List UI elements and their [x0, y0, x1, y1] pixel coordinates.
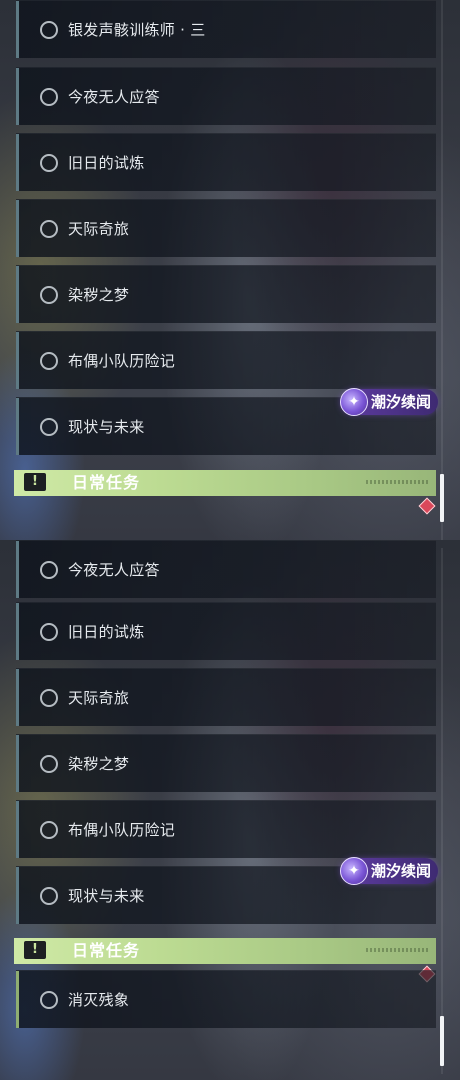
section-decoration: [366, 480, 428, 484]
quest-radio-icon: [40, 623, 58, 641]
quest-item-label: 布偶小队历险记: [68, 821, 176, 839]
quest-item[interactable]: 银发声骸训练师 · 三: [16, 0, 436, 58]
quest-item[interactable]: 天际奇旅: [16, 668, 436, 726]
quest-list-panel-bottom: 今夜无人应答 旧日的试炼 天际奇旅 染秽之梦 布偶小队历险记 现状与未来 ✦ 潮…: [0, 540, 460, 1080]
watermark-badge: ✦ 潮汐续闻: [340, 857, 438, 885]
watermark-badge: ✦ 潮汐续闻: [340, 388, 438, 416]
quest-item-label: 现状与未来: [68, 418, 145, 436]
watermark-logo-glyph: ✦: [348, 394, 360, 410]
watermark-text: 潮汐续闻: [371, 393, 432, 411]
alert-icon-glyph: !: [32, 474, 38, 489]
section-title: 日常任务: [72, 941, 141, 960]
quest-item-label: 旧日的试炼: [68, 623, 145, 641]
alert-icon: !: [24, 941, 46, 959]
scrollbar-thumb[interactable]: [440, 1016, 444, 1066]
alert-icon: !: [24, 473, 46, 491]
scrollbar-track[interactable]: [441, 548, 443, 1074]
scrollbar-thumb[interactable]: [440, 474, 444, 522]
watermark-logo-glyph: ✦: [348, 863, 360, 879]
quest-item[interactable]: 染秽之梦: [16, 734, 436, 792]
quest-item-label: 银发声骸训练师 · 三: [68, 21, 206, 39]
quest-radio-icon: [40, 991, 58, 1009]
quest-item[interactable]: 今夜无人应答: [16, 67, 436, 125]
quest-item[interactable]: 布偶小队历险记: [16, 800, 436, 858]
quest-radio-icon: [40, 286, 58, 304]
quest-item-label: 今夜无人应答: [68, 561, 160, 579]
section-header-daily[interactable]: ! 日常任务: [14, 470, 436, 496]
quest-item[interactable]: 旧日的试炼: [16, 133, 436, 191]
quest-item[interactable]: 今夜无人应答: [16, 540, 436, 598]
quest-radio-icon: [40, 821, 58, 839]
quest-item-label: 天际奇旅: [68, 689, 130, 707]
section-decoration: [366, 948, 428, 952]
quest-radio-icon: [40, 887, 58, 905]
watermark-text: 潮汐续闻: [371, 862, 432, 880]
quest-item[interactable]: 染秽之梦: [16, 265, 436, 323]
quest-item-label: 今夜无人应答: [68, 88, 160, 106]
quest-radio-icon: [40, 561, 58, 579]
quest-radio-icon: [40, 88, 58, 106]
quest-item[interactable]: 布偶小队历险记: [16, 331, 436, 389]
quest-item-label: 旧日的试炼: [68, 154, 145, 172]
quest-item-label: 染秽之梦: [68, 755, 130, 773]
quest-item-label: 染秽之梦: [68, 286, 130, 304]
section-title: 日常任务: [72, 473, 141, 492]
quest-radio-icon: [40, 352, 58, 370]
quest-item-label: 现状与未来: [68, 887, 145, 905]
quest-item-label: 消灭残象: [68, 991, 130, 1009]
quest-item-label: 天际奇旅: [68, 220, 130, 238]
quest-radio-icon: [40, 689, 58, 707]
quest-radio-icon: [40, 755, 58, 773]
quest-item[interactable]: 旧日的试炼: [16, 602, 436, 660]
watermark-logo-icon: ✦: [340, 388, 368, 416]
quest-radio-icon: [40, 220, 58, 238]
watermark-logo-icon: ✦: [340, 857, 368, 885]
quest-list-panel-top: 银发声骸训练师 · 三 今夜无人应答 旧日的试炼 天际奇旅 染秽之梦 布偶小队历…: [0, 0, 460, 540]
quest-marker-icon: [418, 497, 436, 515]
section-header-daily[interactable]: ! 日常任务: [14, 938, 436, 964]
quest-item-label: 布偶小队历险记: [68, 352, 176, 370]
scrollbar-track[interactable]: [441, 0, 443, 540]
alert-icon-glyph: !: [32, 942, 38, 957]
quest-radio-icon: [40, 418, 58, 436]
quest-radio-icon: [40, 21, 58, 39]
quest-item[interactable]: 天际奇旅: [16, 199, 436, 257]
daily-quest-item[interactable]: 消灭残象: [16, 970, 436, 1028]
quest-radio-icon: [40, 154, 58, 172]
